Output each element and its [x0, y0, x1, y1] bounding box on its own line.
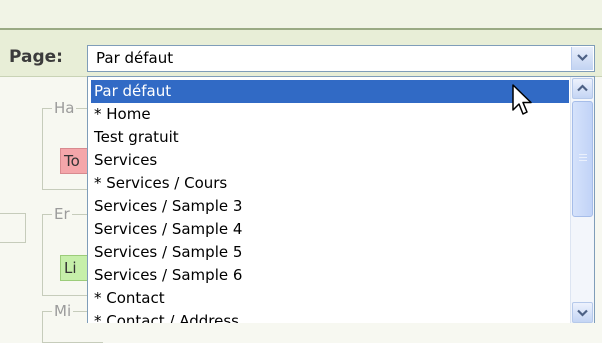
- scroll-thumb-grip: [579, 160, 587, 161]
- option-test-gratuit[interactable]: Test gratuit: [91, 126, 569, 149]
- fieldset-2-legend: Er: [52, 205, 72, 223]
- fieldset-1-button-label: To: [64, 152, 80, 170]
- dropdown-scrollbar[interactable]: [570, 77, 594, 323]
- side-input-box[interactable]: [0, 213, 26, 243]
- option-par-defaut[interactable]: Par défaut: [91, 80, 569, 103]
- mouse-pointer-icon: [512, 84, 532, 115]
- fieldset-1-legend: Ha: [52, 99, 77, 117]
- option-services[interactable]: Services: [91, 149, 569, 172]
- top-band: [0, 0, 602, 28]
- chevron-up-icon: [577, 84, 588, 92]
- option-home[interactable]: * Home: [91, 103, 569, 126]
- page-select-arrow-button[interactable]: [571, 47, 593, 70]
- scroll-up-button[interactable]: [572, 78, 593, 99]
- chevron-down-icon: [577, 54, 588, 62]
- scroll-thumb[interactable]: [572, 101, 593, 217]
- option-contact-address[interactable]: * Contact / Address: [91, 310, 569, 323]
- scroll-thumb-grip: [579, 157, 587, 158]
- scroll-thumb-grip: [579, 154, 587, 155]
- scroll-down-button[interactable]: [572, 302, 593, 323]
- option-contact[interactable]: * Contact: [91, 287, 569, 310]
- page-label: Page:: [9, 47, 63, 67]
- option-services-sample-6[interactable]: Services / Sample 6: [91, 264, 569, 287]
- option-services-sample-5[interactable]: Services / Sample 5: [91, 241, 569, 264]
- fieldset-3-legend: Mi: [52, 302, 74, 320]
- page-select[interactable]: Par défaut: [87, 45, 595, 72]
- page-select-value: Par défaut: [96, 49, 174, 67]
- chevron-down-icon: [577, 309, 588, 317]
- option-services-cours[interactable]: * Services / Cours: [91, 172, 569, 195]
- fieldset-2-button-label: Li: [64, 259, 77, 277]
- option-services-sample-3[interactable]: Services / Sample 3: [91, 195, 569, 218]
- option-services-sample-4[interactable]: Services / Sample 4: [91, 218, 569, 241]
